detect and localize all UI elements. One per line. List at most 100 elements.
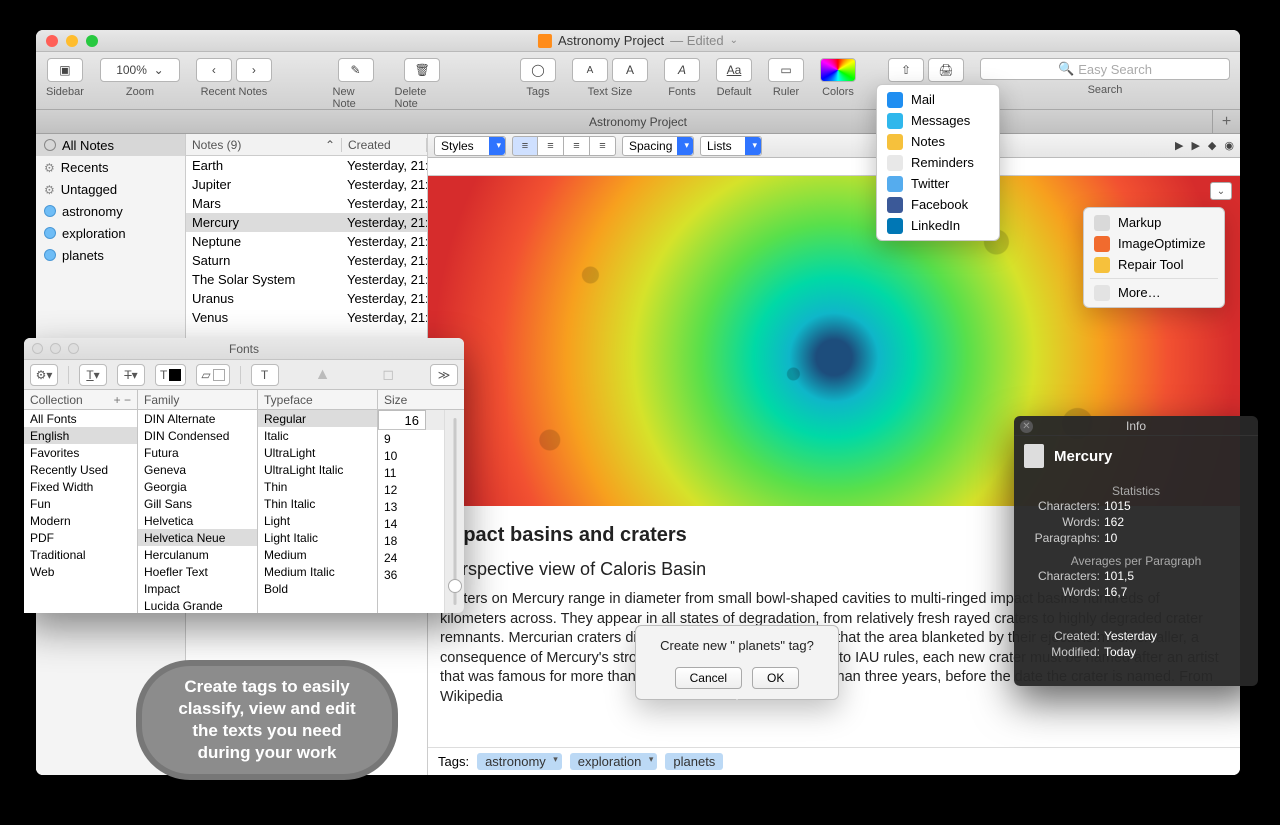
list-item[interactable]: Geneva [138, 461, 257, 478]
zoom-window[interactable] [86, 35, 98, 47]
note-row[interactable]: SaturnYesterday, 21:13 [186, 251, 427, 270]
list-item[interactable]: DIN Alternate [138, 410, 257, 427]
list-item[interactable]: Light Italic [258, 529, 377, 546]
share-button[interactable]: ⇧ [888, 58, 924, 82]
styles-select[interactable]: Styles [434, 136, 506, 156]
list-item[interactable]: Georgia [138, 478, 257, 495]
note-row[interactable]: EarthYesterday, 21:13 [186, 156, 427, 175]
menu-item-more[interactable]: More… [1084, 282, 1224, 303]
note-row[interactable]: The Solar SystemYesterday, 21:13 [186, 270, 427, 289]
note-row[interactable]: VenusYesterday, 21:13 [186, 308, 427, 327]
text-color-button[interactable]: T [155, 364, 186, 386]
shadow-toggle[interactable]: T [251, 364, 279, 386]
list-item[interactable]: PDF [24, 529, 137, 546]
share-item-notes[interactable]: Notes [877, 131, 999, 152]
tags-button[interactable]: ◯ [520, 58, 556, 82]
list-item[interactable]: Medium Italic [258, 563, 377, 580]
spacing-select[interactable]: Spacing [622, 136, 694, 156]
text-size-larger[interactable]: A [612, 58, 648, 82]
strikethrough-button[interactable]: T▾ [117, 364, 145, 386]
created-column-header[interactable]: Created [348, 138, 391, 152]
list-item[interactable]: 18 [378, 532, 444, 549]
fonts-zoom[interactable] [68, 343, 79, 354]
list-item[interactable]: Hoefler Text [138, 563, 257, 580]
sidebar-item-planets[interactable]: planets [36, 244, 185, 266]
sidebar-item-untagged[interactable]: Untagged [36, 178, 185, 200]
share-item-facebook[interactable]: Facebook [877, 194, 999, 215]
list-item[interactable]: 10 [378, 447, 444, 464]
note-row[interactable]: MercuryYesterday, 21:13 [186, 213, 427, 232]
list-item[interactable]: Helvetica Neue [138, 529, 257, 546]
list-item[interactable]: Fun [24, 495, 137, 512]
sort-chevron-icon[interactable]: ⌃ [325, 138, 335, 152]
default-style-button[interactable]: Aa [716, 58, 752, 82]
text-size-smaller[interactable]: A [572, 58, 608, 82]
list-item[interactable]: All Fonts [24, 410, 137, 427]
nav-circle-icon[interactable]: ◉ [1224, 139, 1234, 152]
list-item[interactable]: Traditional [24, 546, 137, 563]
notes-count-header[interactable]: Notes (9) [192, 138, 241, 152]
list-item[interactable]: Regular [258, 410, 377, 427]
font-actions-menu[interactable]: ⚙▾ [30, 364, 58, 386]
note-row[interactable]: NeptuneYesterday, 21:13 [186, 232, 427, 251]
print-button[interactable]: 🖨 [928, 58, 964, 82]
recent-back-button[interactable]: ‹ [196, 58, 232, 82]
sidebar-item-astronomy[interactable]: astronomy [36, 200, 185, 222]
tag-chip-planets[interactable]: planets [665, 753, 723, 770]
font-size-slider[interactable] [444, 410, 464, 613]
list-item[interactable]: Lucida Grande [138, 597, 257, 613]
shadow-blur-slider[interactable]: ◻ [382, 366, 394, 383]
list-item[interactable]: Gill Sans [138, 495, 257, 512]
align-right[interactable]: ≡ [564, 136, 590, 156]
list-item[interactable]: Favorites [24, 444, 137, 461]
underline-button[interactable]: T▾ [79, 364, 107, 386]
share-item-reminders[interactable]: Reminders [877, 152, 999, 173]
align-left[interactable]: ≡ [512, 136, 538, 156]
list-item[interactable]: Bold [258, 580, 377, 597]
list-item[interactable]: Futura [138, 444, 257, 461]
list-item[interactable]: UltraLight [258, 444, 377, 461]
list-item[interactable]: 11 [378, 464, 444, 481]
colors-button[interactable] [820, 58, 856, 82]
align-justify[interactable]: ≡ [590, 136, 616, 156]
menu-item-repair-tool[interactable]: Repair Tool [1084, 254, 1224, 275]
list-item[interactable]: Light [258, 512, 377, 529]
sidebar-item-recents[interactable]: Recents [36, 156, 185, 178]
fonts-overflow[interactable]: ≫ [430, 364, 458, 386]
nav-next-icon[interactable]: ▶ [1191, 139, 1199, 152]
note-row[interactable]: JupiterYesterday, 21:13 [186, 175, 427, 194]
list-item[interactable]: 9 [378, 430, 444, 447]
ruler[interactable] [428, 158, 1240, 176]
sidebar-item-exploration[interactable]: exploration [36, 222, 185, 244]
nav-prev-icon[interactable]: ▶ [1175, 139, 1183, 152]
list-item[interactable]: UltraLight Italic [258, 461, 377, 478]
list-item[interactable]: Thin [258, 478, 377, 495]
toggle-sidebar-button[interactable]: ▣ [47, 58, 83, 82]
recent-forward-button[interactable]: › [236, 58, 272, 82]
info-close-button[interactable]: ✕ [1020, 420, 1033, 433]
zoom-select[interactable]: 100% ⌄ [100, 58, 180, 82]
list-item[interactable]: Herculanum [138, 546, 257, 563]
tab-title[interactable]: Astronomy Project [589, 115, 687, 129]
list-item[interactable]: 36 [378, 566, 444, 583]
delete-note-button[interactable]: 🗑 [404, 58, 440, 82]
shadow-opacity-slider[interactable]: ▲ [315, 366, 331, 384]
fonts-button[interactable]: A [664, 58, 700, 82]
list-item[interactable]: Fixed Width [24, 478, 137, 495]
list-item[interactable]: DIN Condensed [138, 427, 257, 444]
list-item[interactable]: 13 [378, 498, 444, 515]
fonts-close[interactable] [32, 343, 43, 354]
align-center[interactable]: ≡ [538, 136, 564, 156]
font-size-input[interactable] [378, 410, 426, 430]
search-input[interactable]: 🔍 Easy Search [980, 58, 1230, 80]
cancel-button[interactable]: Cancel [675, 667, 742, 689]
list-item[interactable]: Web [24, 563, 137, 580]
bg-color-button[interactable]: ▱ [196, 364, 229, 386]
list-item[interactable]: Recently Used [24, 461, 137, 478]
note-row[interactable]: MarsYesterday, 21:13 [186, 194, 427, 213]
share-item-messages[interactable]: Messages [877, 110, 999, 131]
lists-select[interactable]: Lists [700, 136, 762, 156]
list-item[interactable]: Helvetica [138, 512, 257, 529]
menu-item-imageoptimize[interactable]: ImageOptimize [1084, 233, 1224, 254]
list-item[interactable]: Italic [258, 427, 377, 444]
